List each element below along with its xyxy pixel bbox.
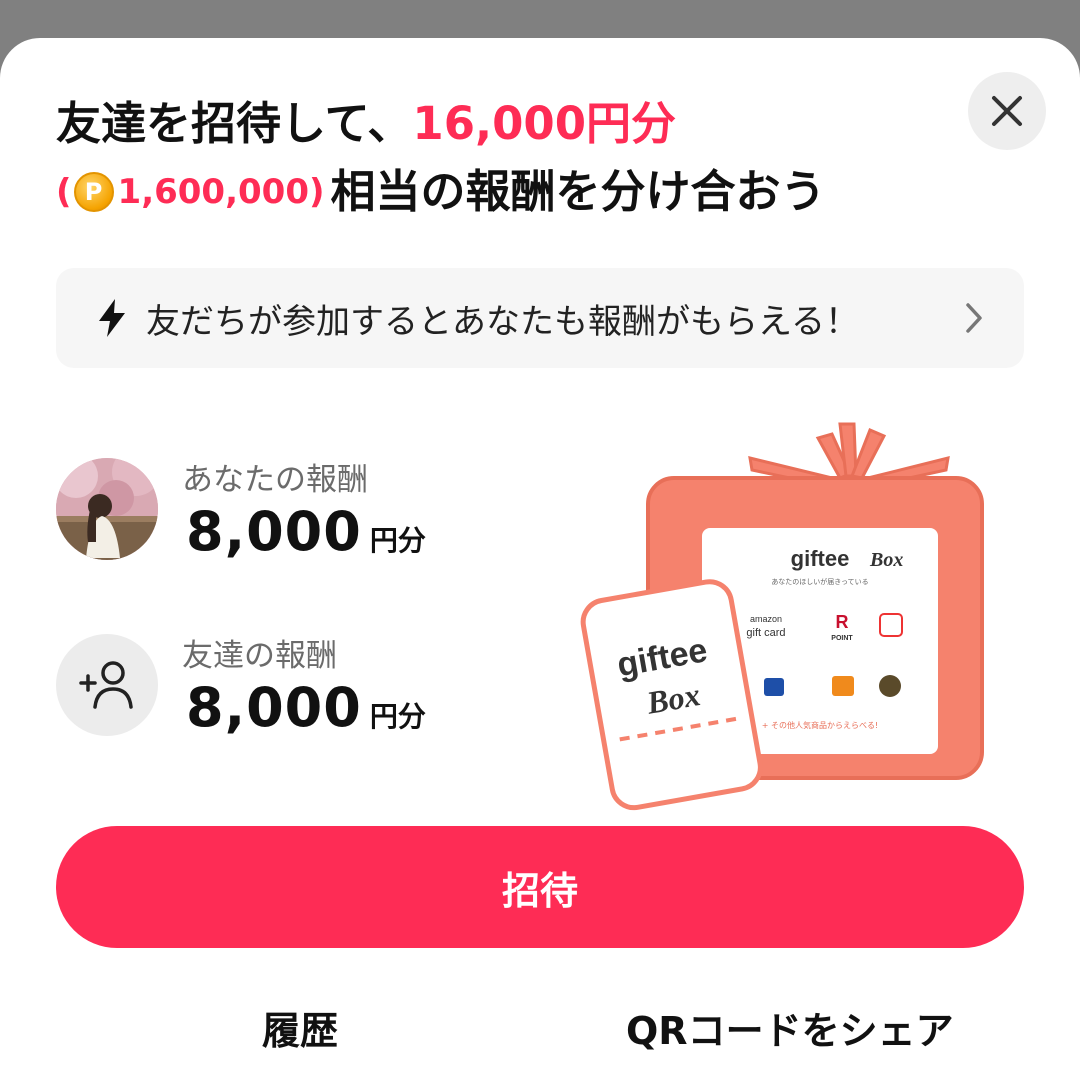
svg-text:Box: Box <box>869 549 903 571</box>
friend-reward-unit: 円分 <box>369 700 426 733</box>
friend-reward-value: 8,000 円分 <box>186 676 426 739</box>
lightning-icon <box>99 299 125 337</box>
invite-sheet: 友達を招待して、16,000円分 ( P 1,600,000) 相当の報酬を分け… <box>0 38 1080 1074</box>
your-reward-unit: 円分 <box>369 524 426 557</box>
close-icon <box>992 96 1022 126</box>
title-points: 1,600,000) <box>117 172 325 212</box>
friend-reward-amount: 8,000 <box>186 676 362 739</box>
svg-text:gift card: gift card <box>746 627 785 639</box>
svg-text:giftee: giftee <box>791 546 850 571</box>
svg-text:amazon: amazon <box>750 614 782 624</box>
title-paren: ( <box>56 172 72 212</box>
title-prefix: 友達を招待して、 <box>56 97 413 150</box>
qr-share-button[interactable]: QRコードをシェア <box>626 1000 954 1055</box>
svg-text:あなたのほしいが届きっている: あなたのほしいが届きっている <box>771 577 868 586</box>
svg-text:+ その他人気商品からえらべる!: + その他人気商品からえらべる! <box>762 720 878 730</box>
giftee-box-illustration: giftee Box あなたのほしいが届きっている amazon gift ca… <box>580 422 984 811</box>
close-button[interactable] <box>968 72 1046 150</box>
svg-text:R: R <box>836 612 849 632</box>
avatar-photo <box>56 458 158 560</box>
add-user-icon <box>79 661 133 709</box>
reward-info-banner[interactable]: 友だちが参加するとあなたも報酬がもらえる！ <box>56 268 1024 368</box>
invite-button[interactable]: 招待 <box>56 826 1024 948</box>
chevron-right-icon <box>966 303 982 333</box>
avatar <box>56 458 158 560</box>
history-button[interactable]: 履歴 <box>262 1000 338 1055</box>
coin-icon: P <box>73 172 114 212</box>
title-suffix: 相当の報酬を分け合おう <box>330 165 826 218</box>
friend-reward-label: 友達の報酬 <box>182 638 337 674</box>
banner-text: 友だちが参加するとあなたも報酬がもらえる！ <box>146 301 859 342</box>
your-reward-value: 8,000 円分 <box>186 500 426 563</box>
title-amount: 16,000円分 <box>412 97 677 150</box>
add-friend-avatar <box>56 634 158 736</box>
your-reward-amount: 8,000 <box>186 500 362 563</box>
page-title: 友達を招待して、16,000円分 ( P 1,600,000) 相当の報酬を分け… <box>56 90 956 226</box>
svg-text:POINT: POINT <box>831 635 853 642</box>
your-reward-label: あなたの報酬 <box>182 462 368 498</box>
